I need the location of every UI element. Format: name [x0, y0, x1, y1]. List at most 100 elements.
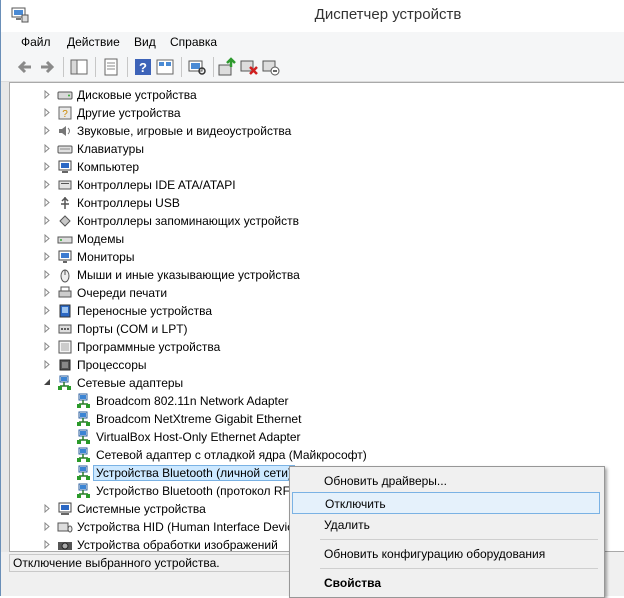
show-hide-console-tree-icon[interactable]	[69, 57, 89, 77]
expand-arrow-icon[interactable]	[43, 504, 51, 513]
tree-category[interactable]: Очереди печати	[10, 284, 624, 302]
expand-arrow-icon[interactable]	[43, 126, 51, 135]
svg-text:?: ?	[139, 60, 147, 75]
tree-category[interactable]: Модемы	[10, 230, 624, 248]
tree-item-label: Клавиатуры	[77, 142, 144, 156]
tree-item-label: Устройства Bluetooth (личной сети)	[93, 465, 295, 481]
tree-category[interactable]: Компьютер	[10, 158, 624, 176]
expand-arrow-icon[interactable]	[43, 162, 51, 171]
tree-device[interactable]: Broadcom 802.11n Network Adapter	[10, 392, 624, 410]
tree-category[interactable]: Контроллеры запоминающих устройств	[10, 212, 624, 230]
tree-category[interactable]: Программные устройства	[10, 338, 624, 356]
expand-arrow-icon[interactable]	[43, 234, 51, 243]
software-device-icon	[58, 340, 72, 354]
network-adapter-icon	[77, 447, 90, 462]
tree-category[interactable]: Клавиатуры	[10, 140, 624, 158]
tree-item-label: VirtualBox Host-Only Ethernet Adapter	[96, 430, 301, 444]
tree-item-label: Переносные устройства	[77, 304, 213, 318]
menu-action[interactable]: Действие	[67, 35, 120, 49]
expand-arrow-icon[interactable]	[43, 180, 51, 189]
expand-arrow-icon[interactable]	[43, 324, 51, 333]
expand-arrow-icon[interactable]	[43, 90, 51, 99]
tree-item-label: Мониторы	[77, 250, 135, 264]
expand-arrow-icon[interactable]	[43, 360, 51, 369]
tree-device[interactable]: Сетевой адаптер с отладкой ядра (Майкрос…	[10, 446, 624, 464]
expand-arrow-icon[interactable]	[43, 216, 51, 225]
status-text: Отключение выбранного устройства.	[9, 554, 298, 572]
expand-arrow-icon[interactable]	[43, 522, 51, 531]
expand-arrow-icon[interactable]	[43, 270, 51, 279]
tree-device[interactable]: VirtualBox Host-Only Ethernet Adapter	[10, 428, 624, 446]
expand-arrow-icon[interactable]	[43, 342, 51, 351]
hid-icon	[57, 522, 73, 533]
menu-view[interactable]: Вид	[134, 35, 156, 49]
uninstall-icon[interactable]	[239, 57, 259, 77]
context-uninstall[interactable]: Удалить	[292, 514, 598, 536]
properties-icon[interactable]	[101, 57, 121, 77]
tree-category[interactable]: Мониторы	[10, 248, 624, 266]
tree-item-label: Очереди печати	[77, 286, 168, 300]
portable-device-icon	[59, 304, 71, 318]
expand-arrow-icon[interactable]	[43, 306, 51, 315]
expand-arrow-icon[interactable]	[43, 144, 51, 153]
tree-category[interactable]: Сетевые адаптеры	[10, 374, 624, 392]
menu-help[interactable]: Справка	[170, 35, 217, 49]
update-driver-icon[interactable]	[217, 57, 237, 77]
computer-icon	[58, 160, 72, 173]
tree-category[interactable]: Контроллеры USB	[10, 194, 624, 212]
expand-arrow-icon[interactable]	[43, 252, 51, 261]
disable-icon[interactable]	[261, 57, 281, 77]
context-properties[interactable]: Свойства	[292, 572, 598, 594]
tree-item-label: Дисковые устройства	[77, 88, 197, 102]
tree-category[interactable]: Звуковые, игровые и видеоустройства	[10, 122, 624, 140]
context-disable[interactable]: Отключить	[292, 492, 600, 514]
modem-icon	[57, 236, 73, 244]
menu-bar: Файл Действие Вид Справка	[1, 32, 624, 53]
back-icon[interactable]	[15, 57, 35, 77]
tree-item-label: Контроллеры IDE ATA/ATAPI	[77, 178, 236, 192]
tree-item-label: Сетевой адаптер с отладкой ядра (Майкрос…	[96, 448, 367, 462]
expand-arrow-icon[interactable]	[43, 108, 51, 117]
menu-file[interactable]: Файл	[21, 35, 51, 49]
tree-category[interactable]: Процессоры	[10, 356, 624, 374]
context-separator	[320, 539, 598, 540]
disk-drive-icon	[57, 91, 73, 100]
toolbar-separator	[213, 57, 214, 77]
tree-category[interactable]: Мыши и иные указывающие устройства	[10, 266, 624, 284]
expand-arrow-icon[interactable]	[43, 288, 51, 297]
tree-device[interactable]: Broadcom NetXtreme Gigabit Ethernet	[10, 410, 624, 428]
usb-icon	[61, 196, 69, 209]
toolbar-separator	[181, 57, 182, 77]
tree-item-label: Порты (COM и LPT)	[77, 322, 188, 336]
tree-item-label: Контроллеры USB	[77, 196, 180, 210]
toolbar-separator	[95, 57, 96, 77]
network-adapter-icon	[77, 411, 90, 426]
context-update-drivers[interactable]: Обновить драйверы...	[292, 470, 598, 492]
tree-item-label: Контроллеры запоминающих устройств	[77, 214, 299, 228]
forward-icon[interactable]	[37, 57, 57, 77]
context-scan-hardware[interactable]: Обновить конфигурацию оборудования	[292, 543, 598, 565]
tree-item-label: Системные устройства	[77, 502, 206, 516]
collapse-arrow-icon[interactable]	[43, 378, 51, 387]
printer-icon	[58, 286, 72, 298]
tree-category[interactable]: Переносные устройства	[10, 302, 624, 320]
view-icon[interactable]	[155, 57, 175, 77]
svg-text:?: ?	[62, 109, 68, 120]
expand-arrow-icon[interactable]	[43, 540, 51, 549]
window-title: Диспетчер устройств	[314, 6, 462, 23]
help-icon[interactable]: ?	[133, 57, 153, 77]
expand-arrow-icon[interactable]	[43, 198, 51, 207]
network-adapter-icon	[77, 465, 90, 480]
tree-item-label: Устройства HID (Human Interface Devices)	[77, 520, 310, 534]
tree-left-margin	[1, 82, 9, 552]
tree-category[interactable]: Контроллеры IDE ATA/ATAPI	[10, 176, 624, 194]
tree-category[interactable]: ? Другие устройства	[10, 104, 624, 122]
mouse-icon	[60, 269, 70, 283]
tree-category[interactable]: Порты (COM и LPT)	[10, 320, 624, 338]
tree-category[interactable]: Дисковые устройства	[10, 86, 624, 104]
device-manager-window: Диспетчер устройств Файл Действие Вид Сп…	[0, 0, 624, 598]
network-adapter-icon	[77, 429, 90, 444]
scan-hardware-icon[interactable]	[187, 57, 207, 77]
speaker-icon	[59, 126, 70, 136]
tree-item-label: Сетевые адаптеры	[77, 376, 184, 390]
